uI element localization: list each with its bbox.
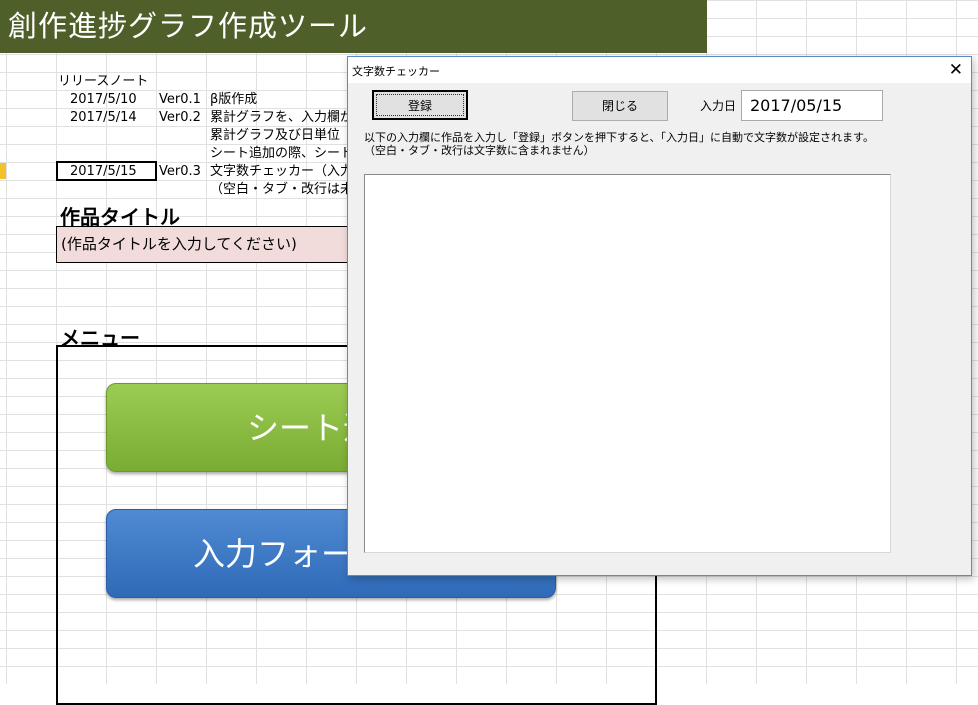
release-text: 文字数チェッカー（入力 xyxy=(210,164,354,179)
release-text: 累計グラフ及び日単位 xyxy=(210,128,341,143)
character-counter-dialog: 文字数チェッカー ✕ 登録 閉じる 入力日 2017/05/15 以下の入力欄に… xyxy=(347,56,972,576)
release-text: 累計グラフを、入力欄が xyxy=(210,110,354,125)
dialog-title: 文字数チェッカー xyxy=(352,65,440,78)
close-button[interactable]: 閉じる xyxy=(572,91,668,121)
work-title-input[interactable]: (作品タイトルを入力してください) xyxy=(56,226,366,263)
date-label: 入力日 xyxy=(700,99,737,113)
release-version: Ver0.1 xyxy=(159,92,201,107)
close-icon[interactable]: ✕ xyxy=(949,59,963,81)
release-date: 2017/5/14 xyxy=(70,110,137,125)
release-text: β版作成 xyxy=(210,92,258,107)
work-text-input[interactable] xyxy=(364,174,891,553)
release-date: 2017/5/10 xyxy=(70,92,137,107)
dialog-titlebar[interactable]: 文字数チェッカー ✕ xyxy=(348,57,971,83)
sheet-title: 創作進捗グラフ作成ツール xyxy=(0,0,707,53)
row-selection-marker xyxy=(0,163,6,179)
register-button-label: 登録 xyxy=(407,99,432,113)
register-button[interactable]: 登録 xyxy=(372,90,468,120)
release-text: シート追加の際、シート xyxy=(210,146,354,161)
release-version: Ver0.3 xyxy=(159,164,201,179)
release-text: （空白・タブ・改行は未 xyxy=(210,182,354,197)
date-input[interactable]: 2017/05/15 xyxy=(741,90,883,121)
release-notes-heading: リリースノート xyxy=(58,74,149,89)
release-version: Ver0.2 xyxy=(159,110,201,125)
release-date: 2017/5/15 xyxy=(70,164,137,179)
instruction-note: （空白・タブ・改行は文字数に含まれません） xyxy=(364,144,595,157)
